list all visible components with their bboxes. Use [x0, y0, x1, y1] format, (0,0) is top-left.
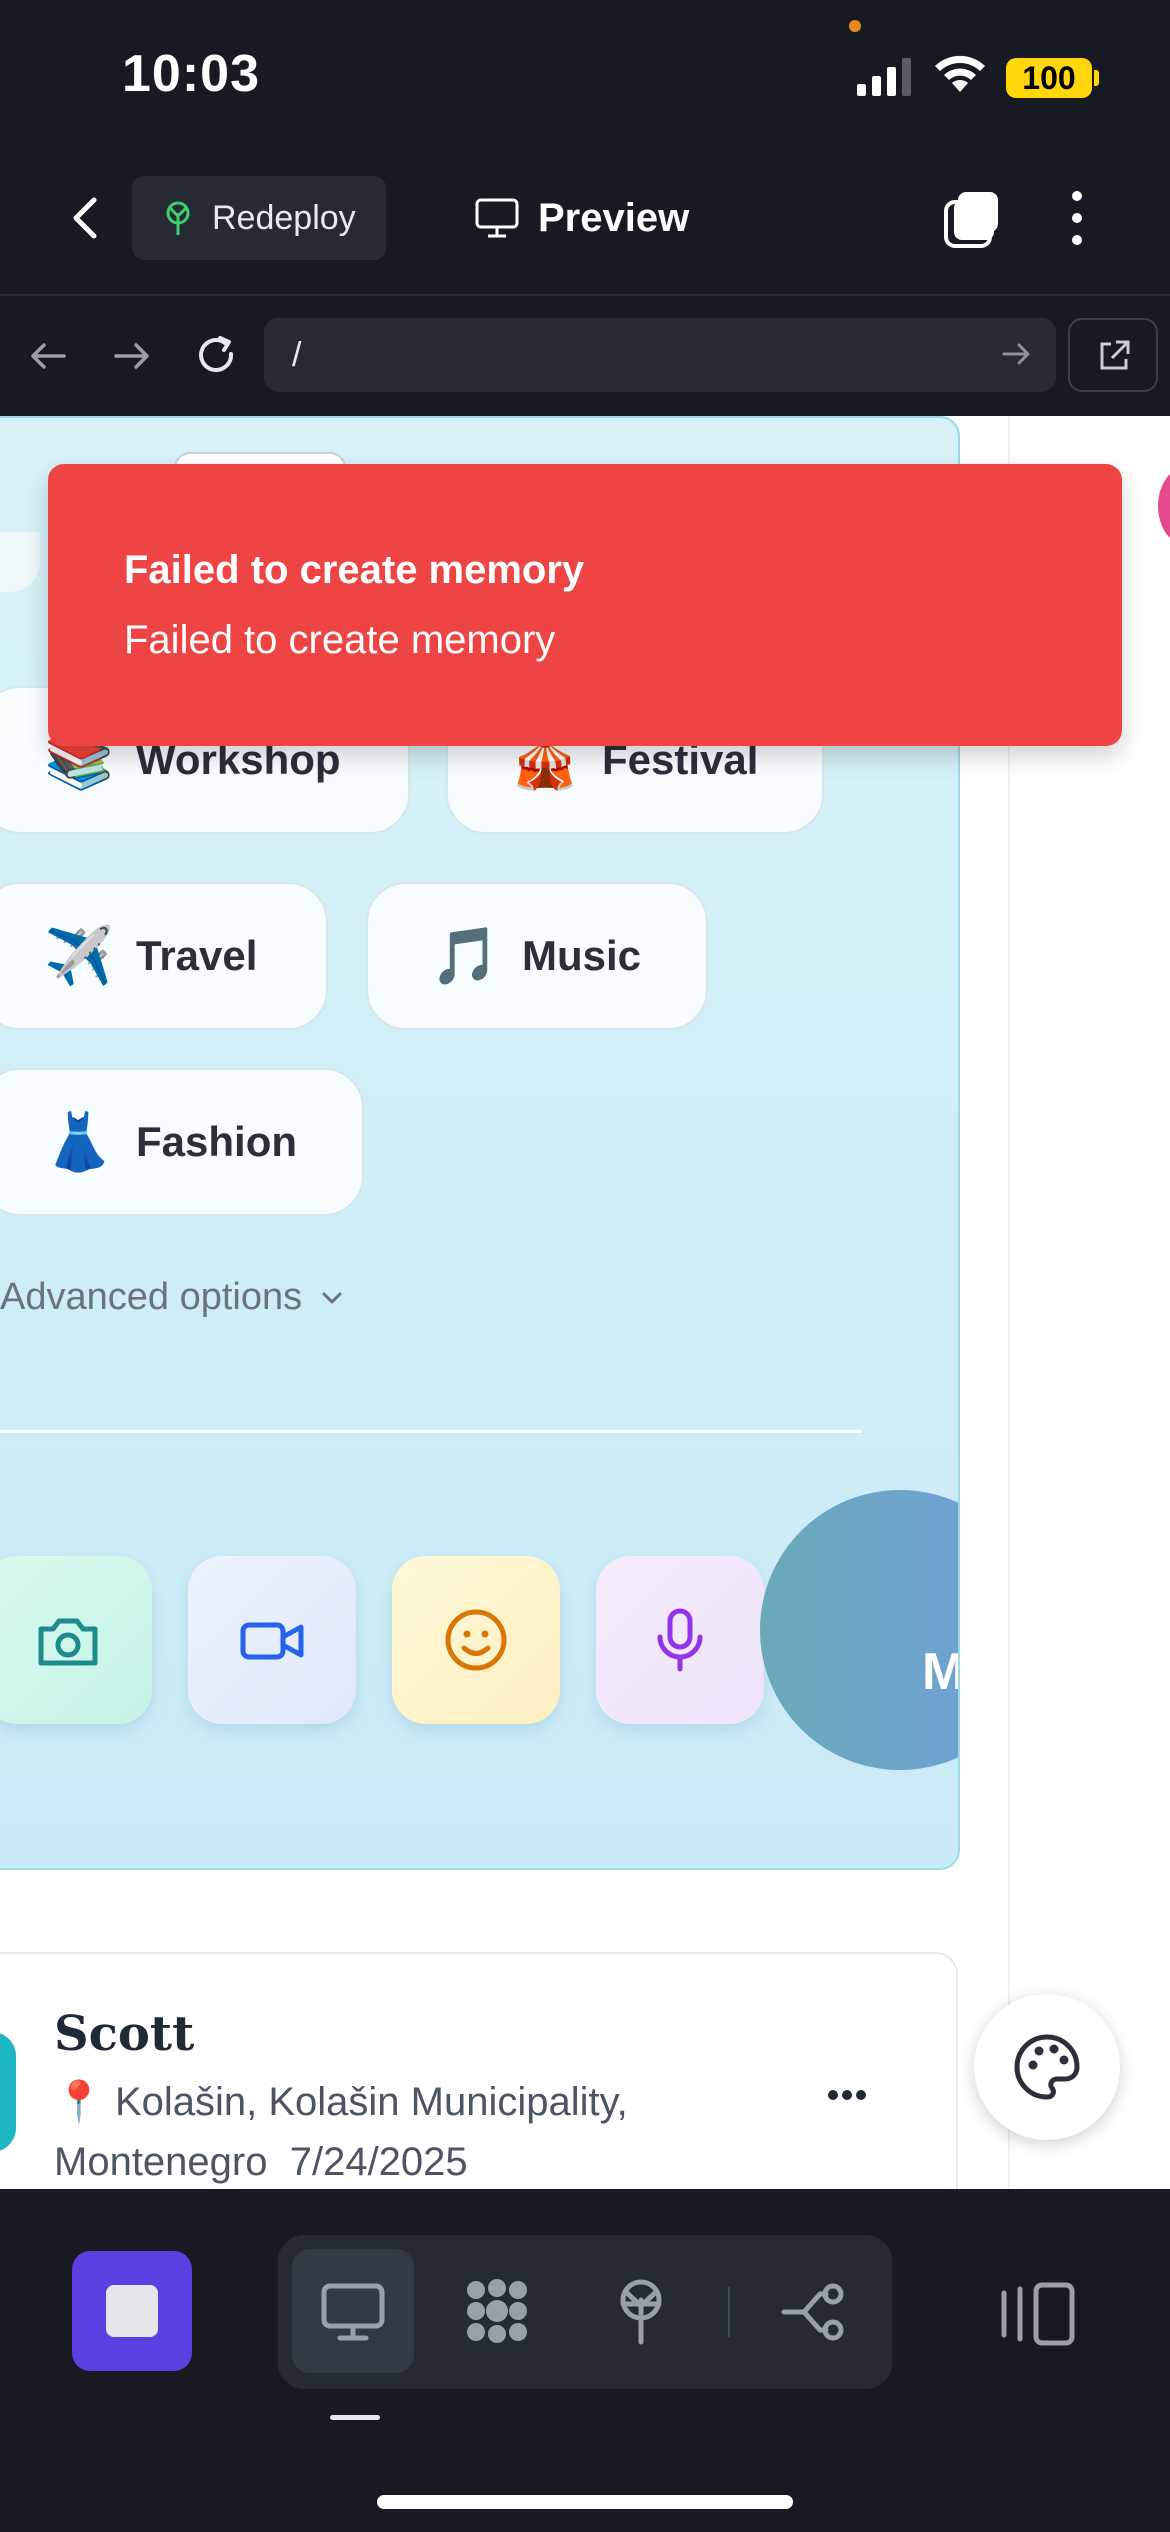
deploy-view-button[interactable]	[580, 2249, 702, 2373]
video-camera-icon	[240, 1622, 304, 1660]
home-indicator[interactable]	[377, 2495, 793, 2509]
view-switcher	[278, 2235, 892, 2389]
top-nav: Redeploy Preview	[0, 150, 1170, 296]
branch-icon	[781, 2283, 844, 2341]
deploy-tree-icon	[166, 201, 190, 235]
camera-button[interactable]	[0, 1556, 152, 1724]
microphone-button[interactable]	[596, 1556, 764, 1724]
stop-square-icon	[106, 2285, 158, 2337]
toast-title: Failed to create memory	[124, 548, 585, 592]
airplane-icon: ✈️	[44, 924, 114, 987]
status-time: 10:03	[122, 45, 260, 103]
post-date: 7/24/2025	[289, 2140, 468, 2184]
category-chip-music[interactable]: 🎵 Music	[366, 882, 708, 1030]
music-note-icon: 🎵	[430, 924, 500, 987]
category-label: Fashion	[136, 1118, 298, 1165]
back-chevron-icon[interactable]	[60, 188, 110, 248]
create-memory-button[interactable]: M	[760, 1490, 958, 1780]
active-view-indicator	[330, 2415, 380, 2420]
apps-view-button[interactable]	[436, 2249, 558, 2373]
advanced-options-label: Advanced options	[0, 1276, 303, 1318]
toast-message: Failed to create memory	[124, 618, 556, 662]
monitor-icon	[321, 2283, 385, 2341]
privacy-indicator-dot	[849, 20, 861, 32]
toolbar-separator	[728, 2287, 730, 2337]
monitor-icon	[475, 198, 519, 238]
post-avatar[interactable]	[0, 2032, 16, 2152]
advanced-options-toggle[interactable]: Advanced options	[0, 1276, 346, 1319]
emoji-button[interactable]	[392, 1556, 560, 1724]
redeploy-label: Redeploy	[212, 198, 356, 237]
dress-icon: 👗	[44, 1110, 114, 1173]
camera-icon	[38, 1618, 98, 1666]
reload-icon[interactable]	[192, 332, 240, 380]
preview-label: Preview	[538, 195, 690, 240]
tabs-icon[interactable]	[940, 186, 1004, 250]
side-panel-icon[interactable]	[998, 2279, 1078, 2349]
category-label: Music	[522, 932, 642, 979]
more-vertical-icon[interactable]	[1062, 186, 1092, 250]
grid-blob-icon	[467, 2279, 527, 2343]
cellular-signal-icon	[857, 58, 911, 96]
category-chip-travel[interactable]: ✈️ Travel	[0, 882, 328, 1030]
battery-nub	[1094, 70, 1099, 86]
preview-tab[interactable]: Preview	[474, 178, 689, 258]
wifi-icon	[935, 55, 985, 92]
status-bar: 10:03 100	[0, 0, 1170, 150]
stop-button[interactable]	[72, 2251, 192, 2371]
url-input[interactable]: /	[264, 318, 1056, 392]
category-chip-fashion[interactable]: 👗 Fashion	[0, 1068, 364, 1216]
video-button[interactable]	[188, 1556, 356, 1724]
url-bar: /	[0, 296, 1170, 416]
deploy-tree-icon	[620, 2279, 662, 2345]
preview-view-button[interactable]	[292, 2249, 414, 2373]
browser-back-icon[interactable]	[24, 332, 72, 380]
more-horizontal-icon[interactable]	[826, 2088, 868, 2102]
smiley-icon	[445, 1609, 507, 1671]
browser-forward-icon[interactable]	[108, 332, 156, 380]
post-location: 📍 Kolašin, Kolašin Municipality, Montene…	[54, 2072, 814, 2189]
external-link-icon	[1100, 340, 1130, 370]
battery-indicator: 100	[1006, 58, 1092, 98]
create-memory-button-label: M	[922, 1643, 958, 1701]
microphone-icon	[657, 1608, 703, 1672]
bottom-toolbar	[0, 2189, 1170, 2532]
error-toast[interactable]: Failed to create memory Failed to create…	[48, 464, 1122, 746]
section-divider	[0, 1430, 862, 1433]
pin-icon: 📍	[54, 2080, 104, 2124]
palette-icon	[1014, 2034, 1080, 2100]
go-arrow-icon[interactable]	[998, 336, 1034, 372]
chevron-down-icon	[322, 1292, 342, 1303]
category-label: Travel	[136, 932, 258, 979]
open-external-button[interactable]	[1068, 318, 1158, 392]
theme-palette-button[interactable]	[974, 1994, 1120, 2140]
redeploy-button[interactable]: Redeploy	[132, 176, 386, 260]
git-view-button[interactable]	[752, 2249, 874, 2373]
post-author: Scott	[54, 2006, 195, 2062]
